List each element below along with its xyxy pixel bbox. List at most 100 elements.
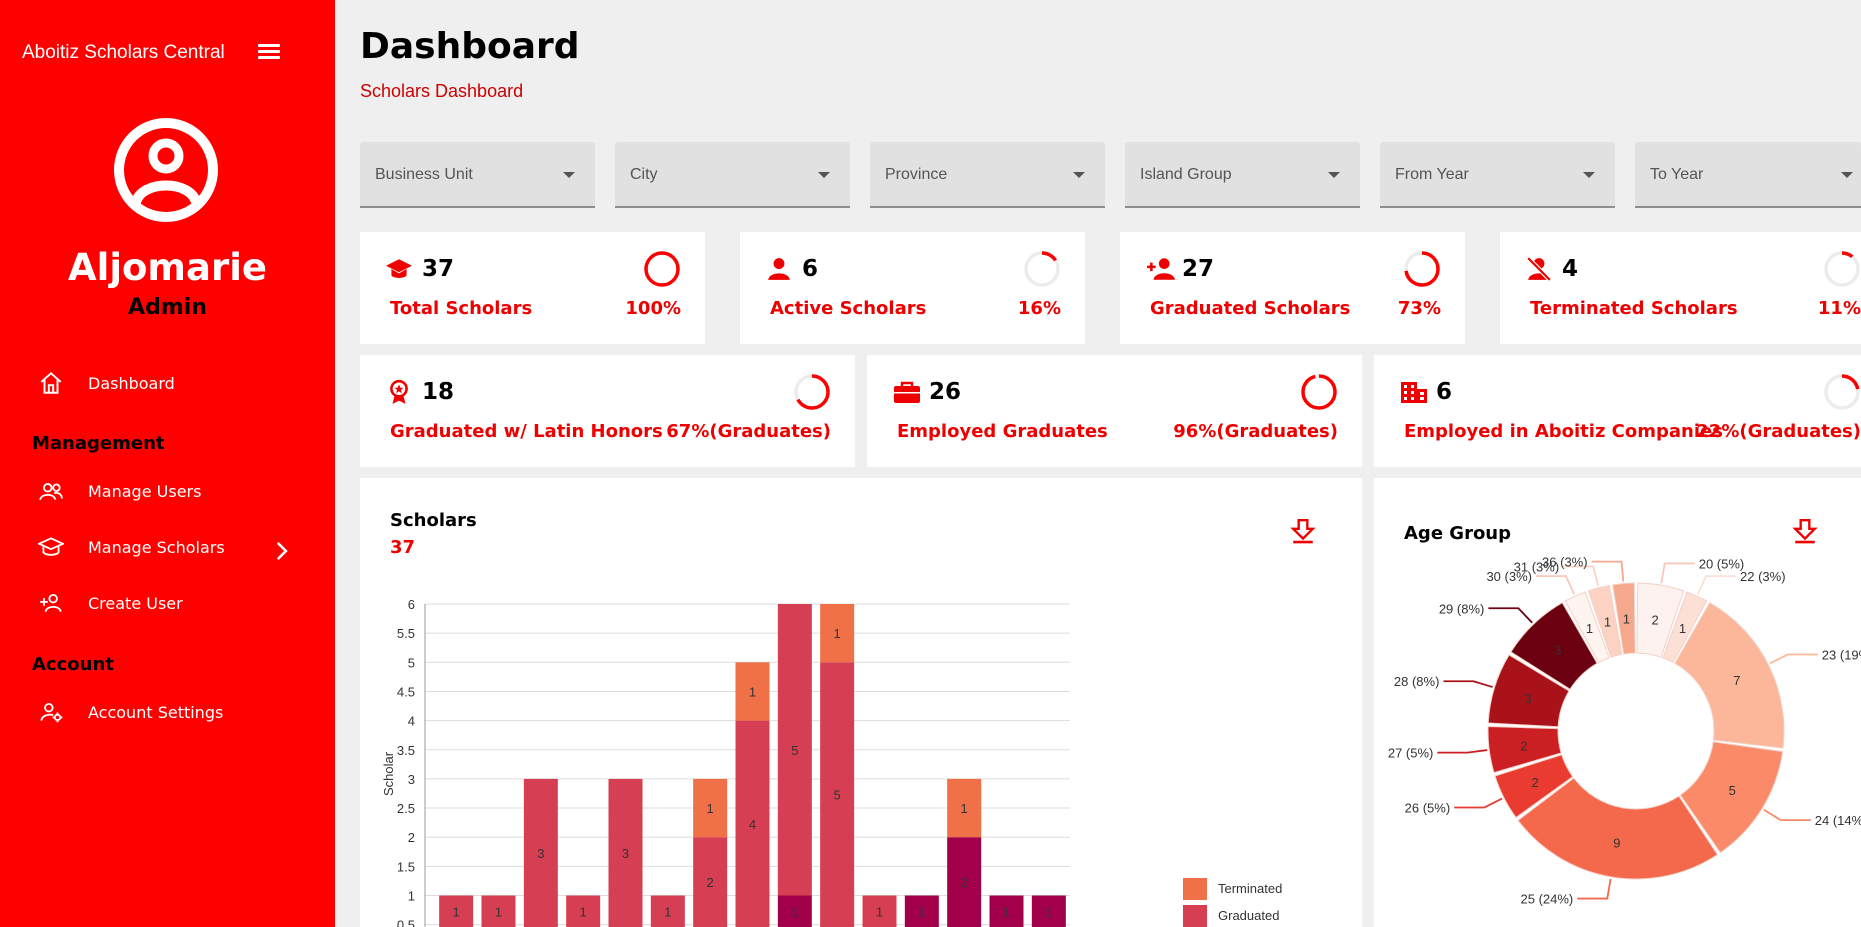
stat-card-terminated-scholars: 4 Terminated Scholars 11% [1500,232,1861,344]
y-tick-label: 3.5 [397,743,415,758]
city-select[interactable]: City [615,142,850,208]
slice-value-label: 7 [1733,673,1740,688]
legend-label: Graduated [1218,908,1279,923]
scholars-chart-panel: Scholars 37 0.5 1 1.5 2 2.5 3 3.5 4 4.5 5 5.5 6 Scho… [360,478,1362,927]
user-slash-icon [1526,256,1552,282]
bar-value-label: 1 [580,904,587,919]
stat-card-latin-honors: 18 Graduated w/ Latin Honors 67%(Graduat… [360,355,855,467]
app-title: Aboitiz Scholars Central [22,42,225,63]
to-year-label: To Year [1650,166,1704,183]
stat-card-employed-graduates: 26 Employed Graduates 96%(Graduates) [867,355,1362,467]
ring-fill [644,251,680,287]
y-tick-label: 0.5 [397,918,415,927]
bar-value-label: 1 [453,904,460,919]
slice-value-label: 1 [1679,621,1686,636]
slice-leader-line [1577,878,1612,900]
stat-percent: 11% [1817,298,1861,319]
y-tick-label: 1.5 [397,859,415,874]
nav-section-management: Management [32,433,165,454]
slice-value-label: 2 [1520,738,1527,753]
ring-track [1824,251,1860,287]
progress-ring [1824,374,1860,410]
stat-percent: 73% [1397,298,1441,319]
nav-create-user[interactable]: Create User [38,588,318,618]
progress-ring [1301,374,1337,410]
from-year-label: From Year [1395,166,1469,183]
nav-manage-scholars-label: Manage Scholars [88,537,225,557]
island-group-select[interactable]: Island Group [1125,142,1360,208]
stat-card-active-scholars: 6 Active Scholars 16% [740,232,1085,344]
nav-manage-users-label: Manage Users [88,481,202,501]
scholars-bar-chart: 0.5 1 1.5 2 2.5 3 3.5 4 4.5 5 5.5 6 Scholar 1 1 3 1 3 1 2 1 4… [381,597,1282,927]
nav-account-settings[interactable]: Account Settings [38,697,318,727]
user-name: Aljomarie [68,246,267,289]
from-year-select[interactable]: From Year [1380,142,1615,208]
y-tick-label: 4.5 [397,684,415,699]
menu-icon[interactable] [258,44,280,60]
business-unit-label: Business Unit [375,166,473,183]
slice-label: 24 (14%) [1815,813,1861,828]
age-group-chart-panel: Age Group 220 (5%)122 (3%)723 (19%)524 (… [1374,478,1861,927]
bar-value-label: 1 [1045,904,1052,919]
graduation-cap-icon [38,537,64,556]
province-select[interactable]: Province [870,142,1105,208]
user-avatar-icon [114,118,218,222]
stat-percent: 16% [1017,298,1061,319]
progress-ring [1024,251,1060,287]
stat-label: Active Scholars [770,298,927,319]
to-year-select[interactable]: To Year [1635,142,1861,208]
stat-percent: 96%(Graduates) [1173,421,1338,442]
nav-manage-scholars[interactable]: Manage Scholars [38,532,318,562]
home-icon [40,371,62,394]
y-tick-label: 6 [408,597,415,612]
bar-value-label: 2 [961,875,968,890]
stat-count: 4 [1562,256,1579,282]
stat-label: Employed Graduates [897,421,1108,442]
stat-count: 26 [929,379,962,405]
slice-leader-line [1763,808,1811,822]
stat-percent: 67%(Graduates) [666,421,831,442]
stat-count: 6 [1436,379,1453,405]
stat-card-graduated-scholars: 27 Graduated Scholars 73% [1120,232,1465,344]
city-label: City [630,166,658,183]
building-icon [1401,382,1427,403]
graduation-cap-icon [386,259,412,278]
sidebar: Aboitiz Scholars Central Aljomarie Admin… [0,0,335,927]
slice-leader-line [1454,797,1503,809]
chevron-right-icon[interactable] [268,538,294,564]
stat-percent: 100% [625,298,681,319]
bar-value-label: 1 [876,904,883,919]
slice-label: 26 (5%) [1405,801,1451,816]
y-tick-label: 3 [408,772,415,787]
nav-dashboard[interactable]: Dashboard [38,368,318,398]
dropdown-arrow-icon [1073,172,1085,178]
nav-create-user-label: Create User [88,593,183,613]
stat-label: Employed in Aboitiz Companies [1404,421,1723,442]
stat-count: 6 [802,256,819,282]
slice-label: 29 (8%) [1439,601,1485,616]
bar-value-label: 1 [791,904,798,919]
y-axis-label: Scholar [381,751,396,796]
slice-value-label: 1 [1604,615,1611,630]
nav-account-settings-label: Account Settings [88,702,224,722]
bar-value-label: 5 [834,788,841,803]
business-unit-select[interactable]: Business Unit [360,142,595,208]
main-content: Dashboard Scholars Dashboard Business Un… [335,0,1861,927]
dropdown-arrow-icon [1328,172,1340,178]
stat-count: 37 [422,256,455,282]
bar-value-label: 4 [749,817,756,832]
y-tick-label: 2 [408,830,415,845]
page-subtitle: Scholars Dashboard [360,81,524,101]
add-user-icon [40,593,62,613]
nav-manage-users[interactable]: Manage Users [38,476,318,506]
briefcase-icon [894,381,920,403]
y-tick-label: 5 [408,655,415,670]
legend-label: Terminated [1218,881,1282,896]
province-label: Province [885,166,948,183]
slice-leader-line [1443,680,1493,688]
slice-label: 22 (3%) [1740,569,1786,584]
user-role: Admin [128,295,207,320]
bar-value-label: 1 [495,904,502,919]
bar-value-label: 1 [1003,904,1010,919]
slice-label: 20 (5%) [1699,556,1745,571]
